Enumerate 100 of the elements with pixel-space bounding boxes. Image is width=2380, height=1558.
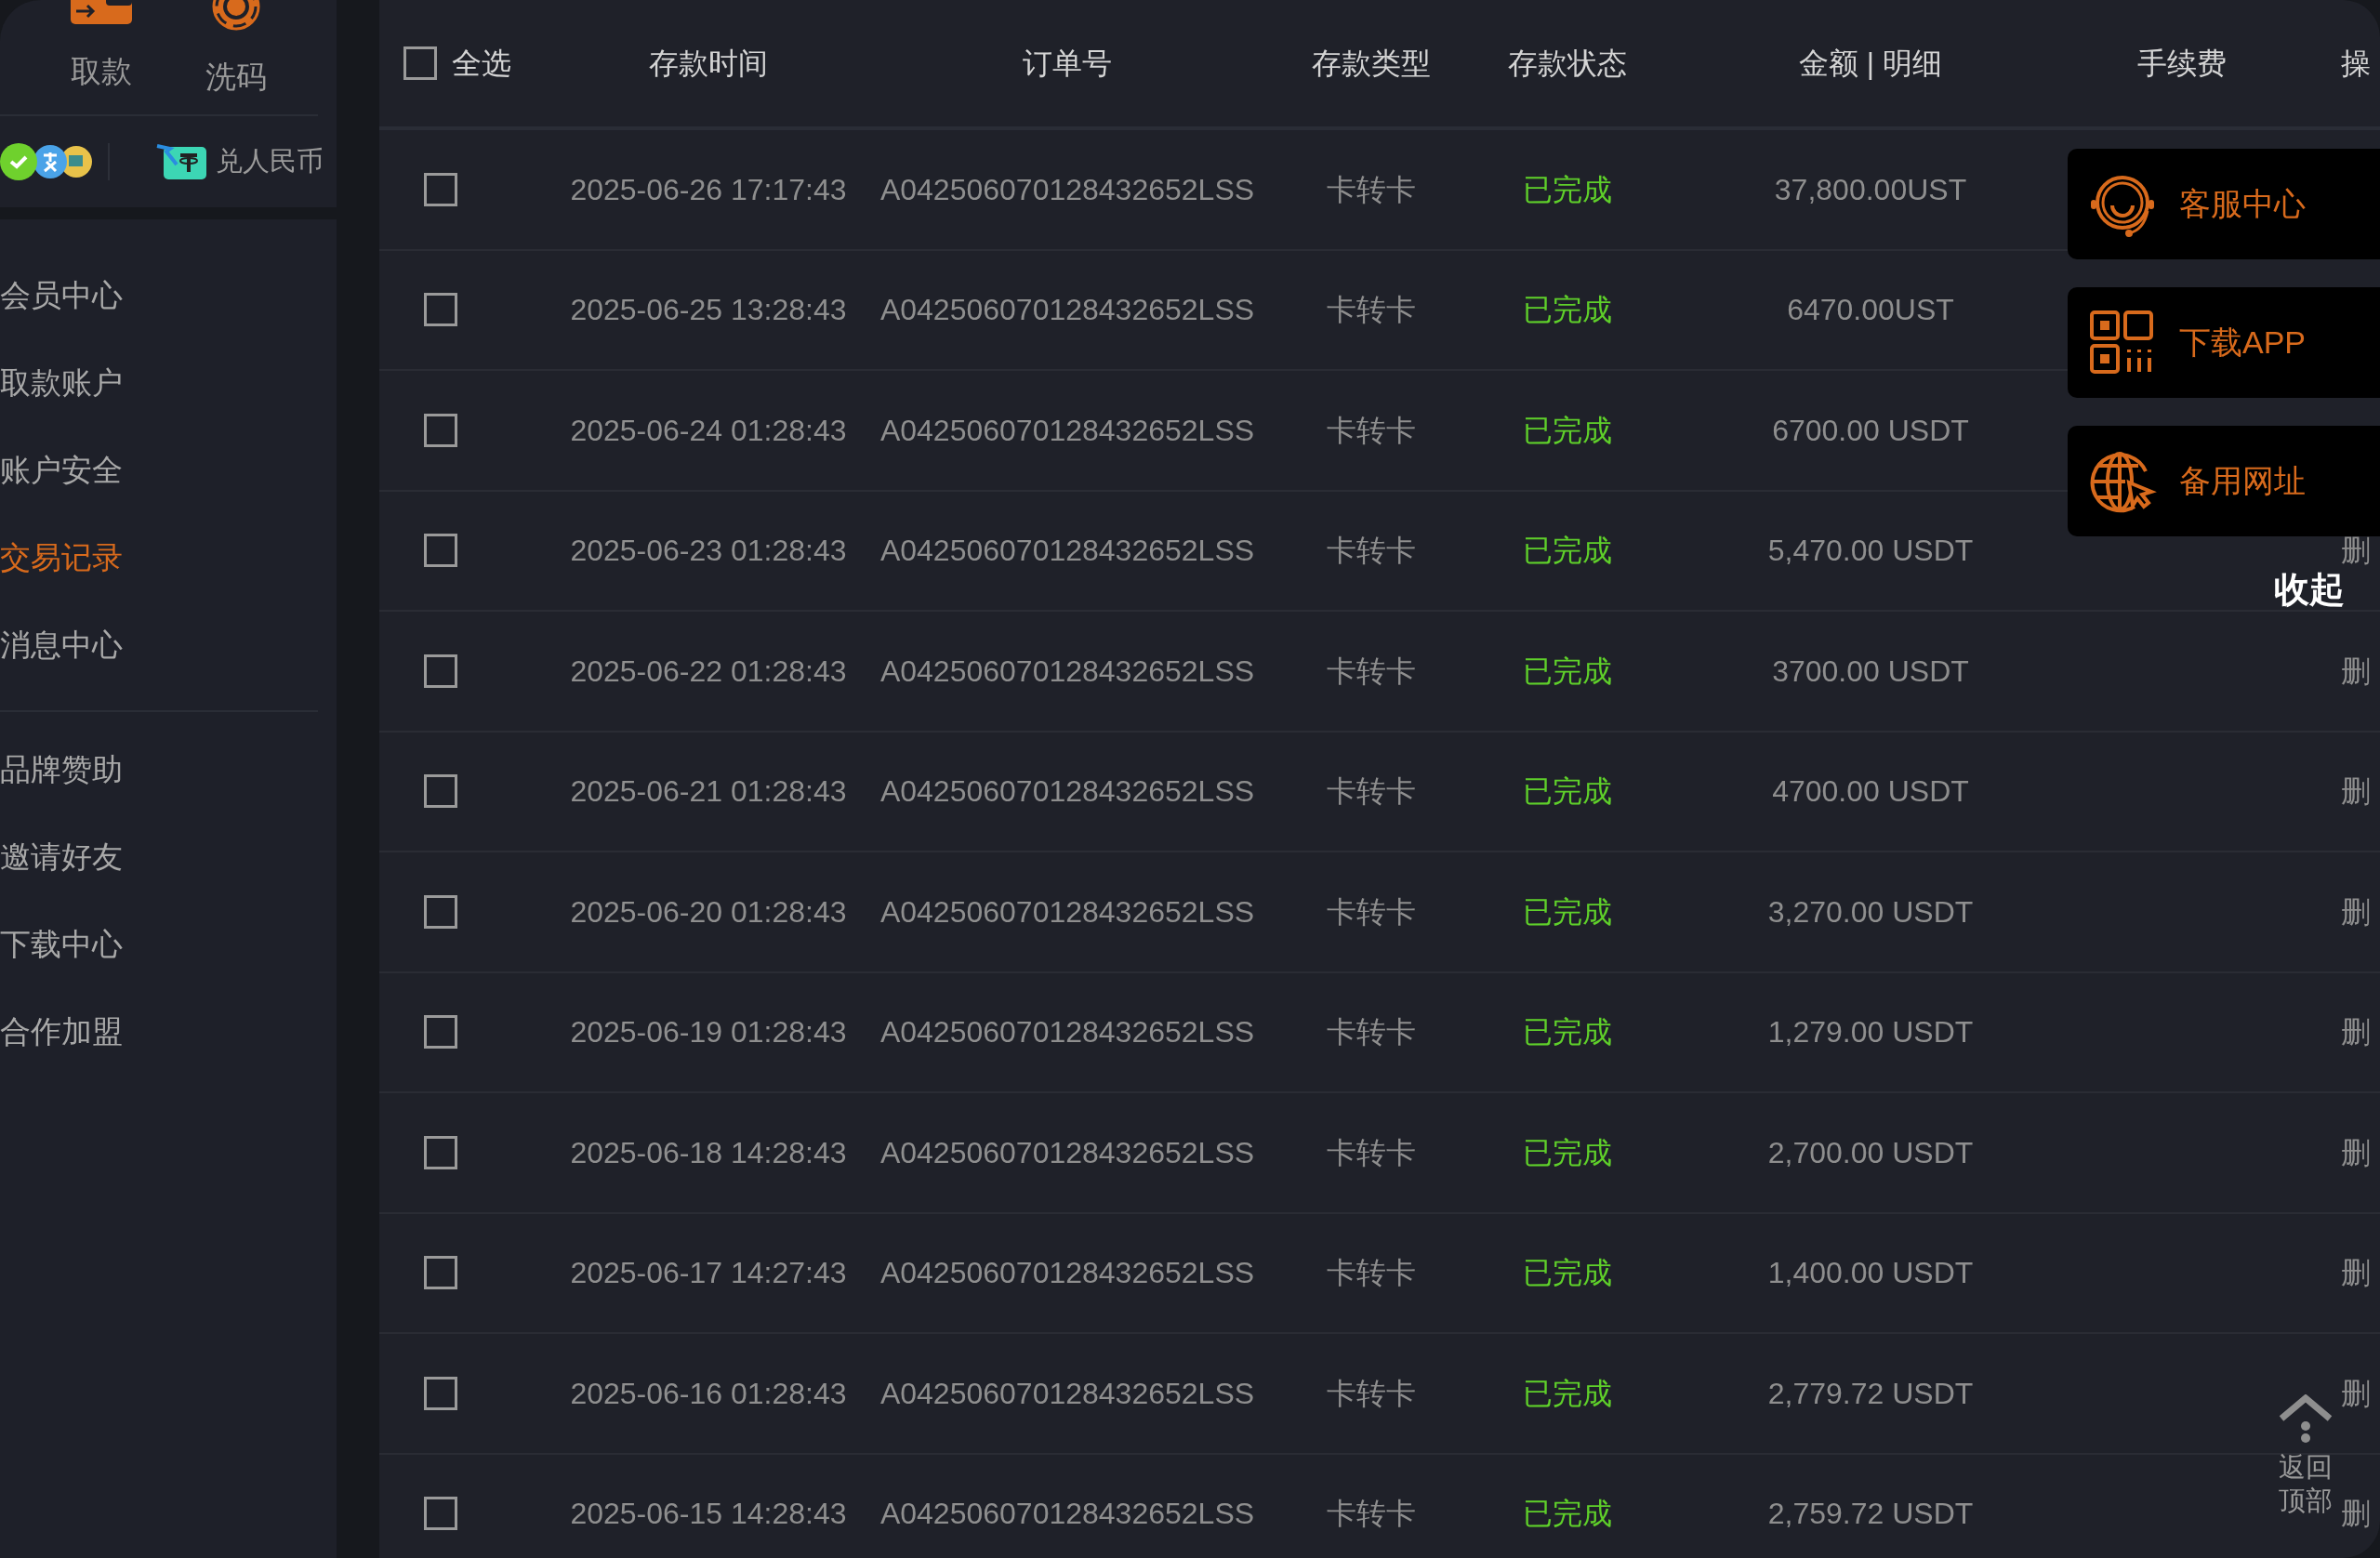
- select-all-checkbox[interactable]: [403, 46, 437, 80]
- order-number-cell: A042506070128432652LSS: [879, 774, 1255, 809]
- column-header: 操: [2341, 46, 2371, 80]
- amount-cell: 3700.00 USDT: [1772, 654, 1969, 688]
- delete-link[interactable]: 删: [2341, 774, 2371, 809]
- order-number-cell: A042506070128432652LSS: [879, 654, 1255, 688]
- sidebar-item[interactable]: 邀请好友: [0, 835, 318, 922]
- column-header: 存款状态: [1508, 46, 1627, 80]
- sidebar-item[interactable]: 交易记录: [0, 535, 318, 623]
- tether-icon: [156, 144, 206, 179]
- amount-cell: 2,700.00 USDT: [1767, 1135, 1974, 1169]
- status-cell: 已完成: [1523, 172, 1612, 206]
- amount-cell: 1,279.00 USDT: [1767, 1015, 1974, 1050]
- row-checkbox[interactable]: [424, 172, 457, 206]
- status-cell: 已完成: [1523, 1497, 1612, 1531]
- order-number-cell: A042506070128432652LSS: [879, 534, 1255, 568]
- date-time-cell: 2025-06-21 01:28:43: [570, 774, 847, 809]
- status-cell: 已完成: [1523, 293, 1612, 327]
- date-time-cell: 2025-06-25 13:28:43: [570, 293, 847, 327]
- status-cell: 已完成: [1523, 1015, 1612, 1050]
- date-time-cell: 2025-06-23 01:28:43: [570, 534, 847, 568]
- type-cell: 卡转卡: [1327, 1135, 1416, 1169]
- type-cell: 卡转卡: [1327, 293, 1416, 327]
- amount-cell: 4700.00 USDT: [1772, 774, 1969, 809]
- payment-methods-icon: [0, 141, 93, 182]
- sidebar-item[interactable]: 账户安全: [0, 448, 318, 535]
- row-checkbox[interactable]: [424, 1256, 457, 1290]
- type-cell: 卡转卡: [1327, 894, 1416, 929]
- date-time-cell: 2025-06-15 14:28:43: [570, 1497, 847, 1531]
- row-checkbox[interactable]: [424, 1135, 457, 1169]
- quick-action-label[interactable]: 洗码: [205, 61, 267, 92]
- date-time-cell: 2025-06-26 17:17:43: [570, 172, 847, 206]
- date-time-cell: 2025-06-16 01:28:43: [570, 1376, 847, 1410]
- sidebar-item[interactable]: 品牌赞助: [0, 747, 318, 835]
- date-time-cell: 2025-06-22 01:28:43: [570, 654, 847, 688]
- quick-action-label[interactable]: 取款: [70, 56, 132, 86]
- row-checkbox[interactable]: [424, 413, 457, 447]
- row-checkbox[interactable]: [424, 293, 457, 327]
- amount-cell: 6470.00UST: [1787, 293, 1954, 327]
- column-header: 订单号: [1023, 46, 1112, 80]
- delete-link[interactable]: 删: [2341, 654, 2371, 688]
- date-time-cell: 2025-06-20 01:28:43: [570, 894, 847, 929]
- row-checkbox[interactable]: [424, 774, 457, 809]
- delete-link[interactable]: 删: [2341, 1135, 2371, 1169]
- float-menu-button[interactable]: 下载APP: [2068, 287, 2380, 398]
- row-checkbox[interactable]: [424, 1497, 457, 1531]
- date-time-cell: 2025-06-24 01:28:43: [570, 413, 847, 447]
- status-cell: 已完成: [1523, 1256, 1612, 1290]
- order-number-cell: A042506070128432652LSS: [879, 1135, 1255, 1169]
- row-checkbox[interactable]: [424, 1376, 457, 1410]
- float-menu-button[interactable]: 客服中心: [2068, 149, 2380, 259]
- sidebar-item[interactable]: 取款账户: [0, 361, 318, 448]
- date-time-cell: 2025-06-18 14:28:43: [570, 1135, 847, 1169]
- type-cell: 卡转卡: [1327, 172, 1416, 206]
- order-number-cell: A042506070128432652LSS: [879, 293, 1255, 327]
- column-header: 金额 | 明细: [1798, 46, 1943, 80]
- amount-cell: 1,400.00 USDT: [1767, 1256, 1974, 1290]
- back-to-top-button[interactable]: 返回顶部: [2277, 1394, 2334, 1518]
- amount-cell: 37,800.00UST: [1774, 172, 1967, 206]
- status-cell: 已完成: [1523, 1376, 1612, 1410]
- status-cell: 已完成: [1523, 534, 1612, 568]
- status-cell: 已完成: [1523, 774, 1612, 809]
- delete-link[interactable]: 删: [2341, 1256, 2371, 1290]
- type-cell: 卡转卡: [1327, 1497, 1416, 1531]
- type-cell: 卡转卡: [1327, 413, 1416, 447]
- status-cell: 已完成: [1523, 654, 1612, 688]
- delete-link[interactable]: 删: [2341, 1497, 2371, 1531]
- order-number-cell: A042506070128432652LSS: [879, 413, 1255, 447]
- row-checkbox[interactable]: [424, 534, 457, 568]
- row-checkbox[interactable]: [424, 894, 457, 929]
- type-cell: 卡转卡: [1327, 1015, 1416, 1050]
- type-cell: 卡转卡: [1327, 774, 1416, 809]
- sidebar-item[interactable]: 消息中心: [0, 623, 318, 710]
- sidebar-item[interactable]: 合作加盟: [0, 1010, 318, 1097]
- amount-cell: 5,470.00 USDT: [1767, 534, 1974, 568]
- type-cell: 卡转卡: [1327, 534, 1416, 568]
- type-cell: 卡转卡: [1327, 654, 1416, 688]
- chevron-up-icon: [2277, 1394, 2334, 1443]
- delete-link[interactable]: 删: [2341, 1015, 2371, 1050]
- exchange-label[interactable]: 兑人民币: [216, 141, 324, 182]
- sidebar-item[interactable]: 会员中心: [0, 273, 318, 361]
- status-cell: 已完成: [1523, 894, 1612, 929]
- order-number-cell: A042506070128432652LSS: [879, 1015, 1255, 1050]
- row-checkbox[interactable]: [424, 654, 457, 688]
- status-cell: 已完成: [1523, 413, 1612, 447]
- sidebar-item[interactable]: 下载中心: [0, 922, 318, 1010]
- float-menu-button[interactable]: 备用网址: [2068, 426, 2380, 536]
- order-number-cell: A042506070128432652LSS: [879, 894, 1255, 929]
- order-number-cell: A042506070128432652LSS: [879, 172, 1255, 206]
- delete-link[interactable]: 删: [2341, 894, 2371, 929]
- amount-cell: 2,779.72 USDT: [1767, 1376, 1974, 1410]
- order-number-cell: A042506070128432652LSS: [879, 1256, 1255, 1290]
- select-all-label[interactable]: 全选: [452, 41, 511, 86]
- amount-cell: 3,270.00 USDT: [1767, 894, 1974, 929]
- status-cell: 已完成: [1523, 1135, 1612, 1169]
- delete-link[interactable]: 删: [2341, 1376, 2371, 1410]
- date-time-cell: 2025-06-17 14:27:43: [570, 1256, 847, 1290]
- row-checkbox[interactable]: [424, 1015, 457, 1050]
- order-number-cell: A042506070128432652LSS: [879, 1497, 1255, 1531]
- amount-cell: 2,759.72 USDT: [1767, 1497, 1974, 1531]
